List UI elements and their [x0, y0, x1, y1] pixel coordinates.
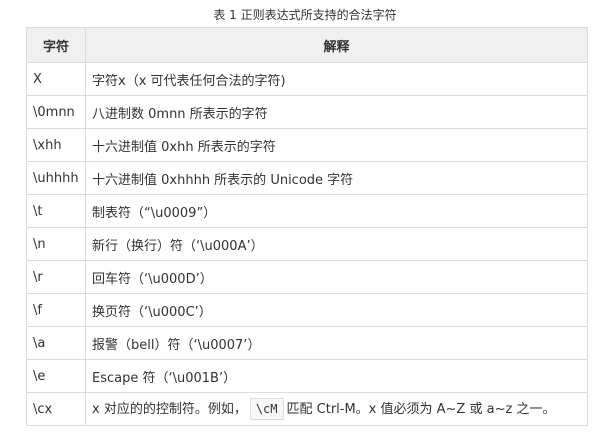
table-row: X 字符x（x 可代表任何合法的字符): [26, 62, 588, 96]
table-row: \a 报警（bell）符（‘\u0007’）: [26, 326, 588, 360]
cell-desc: 新行（换行）符（‘\u000A’）: [85, 227, 588, 261]
table-row: \t 制表符（“\u0009”）: [26, 194, 588, 228]
cell-char: \n: [26, 227, 86, 261]
cell-char: \a: [26, 326, 86, 360]
cell-char: \f: [26, 293, 86, 327]
table-row: \e Escape 符（‘\u001B’）: [26, 359, 588, 393]
cell-desc: 制表符（“\u0009”）: [85, 194, 588, 228]
table-row: \0mnn 八进制数 0mnn 所表示的字符: [26, 95, 588, 129]
cell-desc: 十六进制值 0xhhhh 所表示的 Unicode 字符: [85, 161, 588, 195]
cell-char: \r: [26, 260, 86, 294]
table-row: \r 回车符（‘\u000D’）: [26, 260, 588, 294]
cell-char: \e: [26, 359, 86, 393]
cell-desc: Escape 符（‘\u001B’）: [85, 359, 588, 393]
table-row: \xhh 十六进制值 0xhh 所表示的字符: [26, 128, 588, 162]
cell-desc: x 对应的的控制符。例如， \cM 匹配 Ctrl-M。x 值必须为 A~Z 或 a…: [85, 392, 588, 426]
cell-desc: 十六进制值 0xhh 所表示的字符: [85, 128, 588, 162]
inline-code: \cM: [249, 398, 284, 420]
table-header-row: 字符 解释: [26, 27, 588, 63]
regex-character-table: 字符 解释 X 字符x（x 可代表任何合法的字符) \0mnn 八进制数 0mn…: [26, 27, 588, 426]
cell-desc: 换页符（‘\u000C’）: [85, 293, 588, 327]
header-char: 字符: [26, 27, 86, 63]
table-row: \f 换页符（‘\u000C’）: [26, 293, 588, 327]
desc-prefix: x 对应的的控制符。例如，: [92, 402, 247, 417]
table-caption: 表 1 正则表达式所支持的合法字符: [213, 8, 397, 22]
cell-char: X: [26, 62, 86, 96]
cell-char: \0mnn: [26, 95, 86, 129]
table-row: \uhhhh 十六进制值 0xhhhh 所表示的 Unicode 字符: [26, 161, 588, 195]
desc-suffix: 匹配 Ctrl-M。x 值必须为 A~Z 或 a~z 之一。: [286, 402, 556, 417]
cell-char: \xhh: [26, 128, 86, 162]
cell-desc: 八进制数 0mnn 所表示的字符: [85, 95, 588, 129]
cell-char: \cx: [26, 392, 86, 426]
cell-char: \uhhhh: [26, 161, 86, 195]
cell-desc: 回车符（‘\u000D’）: [85, 260, 588, 294]
table-row: \n 新行（换行）符（‘\u000A’）: [26, 227, 588, 261]
header-desc: 解释: [85, 27, 588, 63]
cell-char: \t: [26, 194, 86, 228]
cell-desc: 字符x（x 可代表任何合法的字符): [85, 62, 588, 96]
table-row: \cx x 对应的的控制符。例如， \cM 匹配 Ctrl-M。x 值必须为 A~Z…: [26, 392, 588, 426]
cell-desc: 报警（bell）符（‘\u0007’）: [85, 326, 588, 360]
